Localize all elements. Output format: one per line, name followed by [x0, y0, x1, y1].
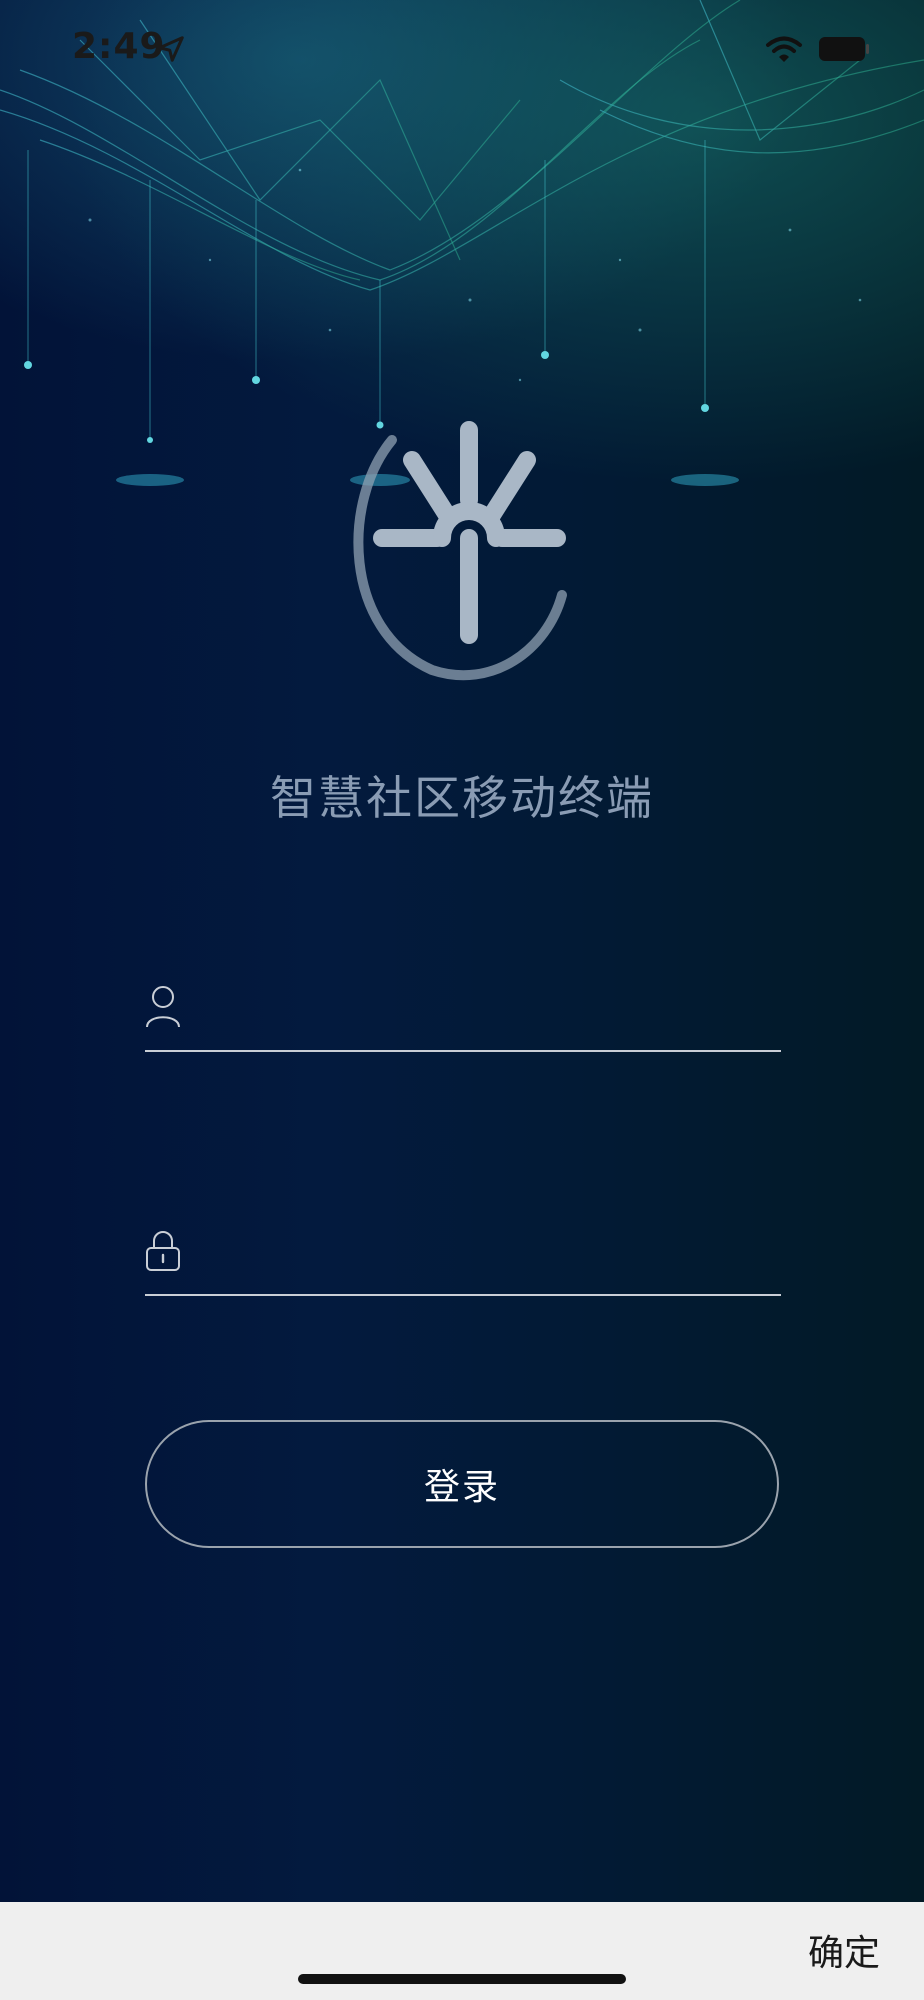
user-icon	[146, 986, 180, 1028]
app-title: 智慧社区移动终端	[270, 771, 654, 825]
status-bar: 2:49	[0, 0, 924, 100]
username-input[interactable]	[209, 982, 781, 1040]
status-time: 2:49	[72, 26, 166, 67]
keyboard-toolbar: 确定	[0, 1902, 924, 2000]
password-input[interactable]	[209, 1226, 781, 1284]
password-field[interactable]	[145, 1224, 781, 1296]
home-indicator[interactable]	[298, 1974, 626, 1984]
location-arrow-icon	[158, 36, 184, 62]
app-logo	[353, 421, 567, 681]
lock-icon	[146, 1231, 180, 1271]
wifi-icon	[766, 36, 802, 62]
confirm-button[interactable]: 确定	[808, 1924, 880, 1976]
battery-icon	[819, 37, 869, 61]
username-field[interactable]	[145, 980, 781, 1052]
login-button-label: 登录	[423, 1467, 500, 1508]
login-button[interactable]: 登录	[145, 1420, 779, 1548]
login-screen: 2:49 智慧社区移动终端 登录 确定	[0, 0, 924, 2000]
